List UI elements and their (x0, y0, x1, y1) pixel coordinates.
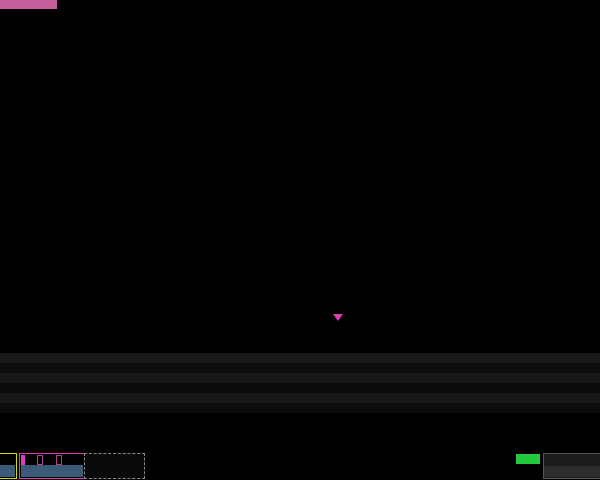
table-row (0, 403, 600, 413)
table-row (0, 373, 600, 383)
channel-c2-badge (21, 455, 25, 465)
timebase-value (544, 466, 600, 477)
timebase-descriptor[interactable] (543, 453, 600, 479)
channel-descriptor-c1[interactable] (0, 453, 17, 479)
table-row (0, 363, 600, 373)
esr-badge (37, 455, 43, 465)
c2-vdiv-value (21, 465, 83, 477)
table-row (0, 393, 600, 403)
table-row (0, 383, 600, 393)
table-row (0, 353, 600, 363)
coupling-badge (56, 455, 62, 465)
trace-annotation-badge[interactable] (0, 0, 57, 9)
add-trace-button[interactable] (84, 453, 145, 479)
hd-mode-badge[interactable] (516, 454, 540, 464)
trigger-position-icon[interactable] (333, 314, 343, 321)
c1-vdiv-value (0, 465, 15, 477)
channel-descriptor-c2[interactable] (19, 453, 85, 479)
oscilloscope-screen (0, 0, 600, 480)
